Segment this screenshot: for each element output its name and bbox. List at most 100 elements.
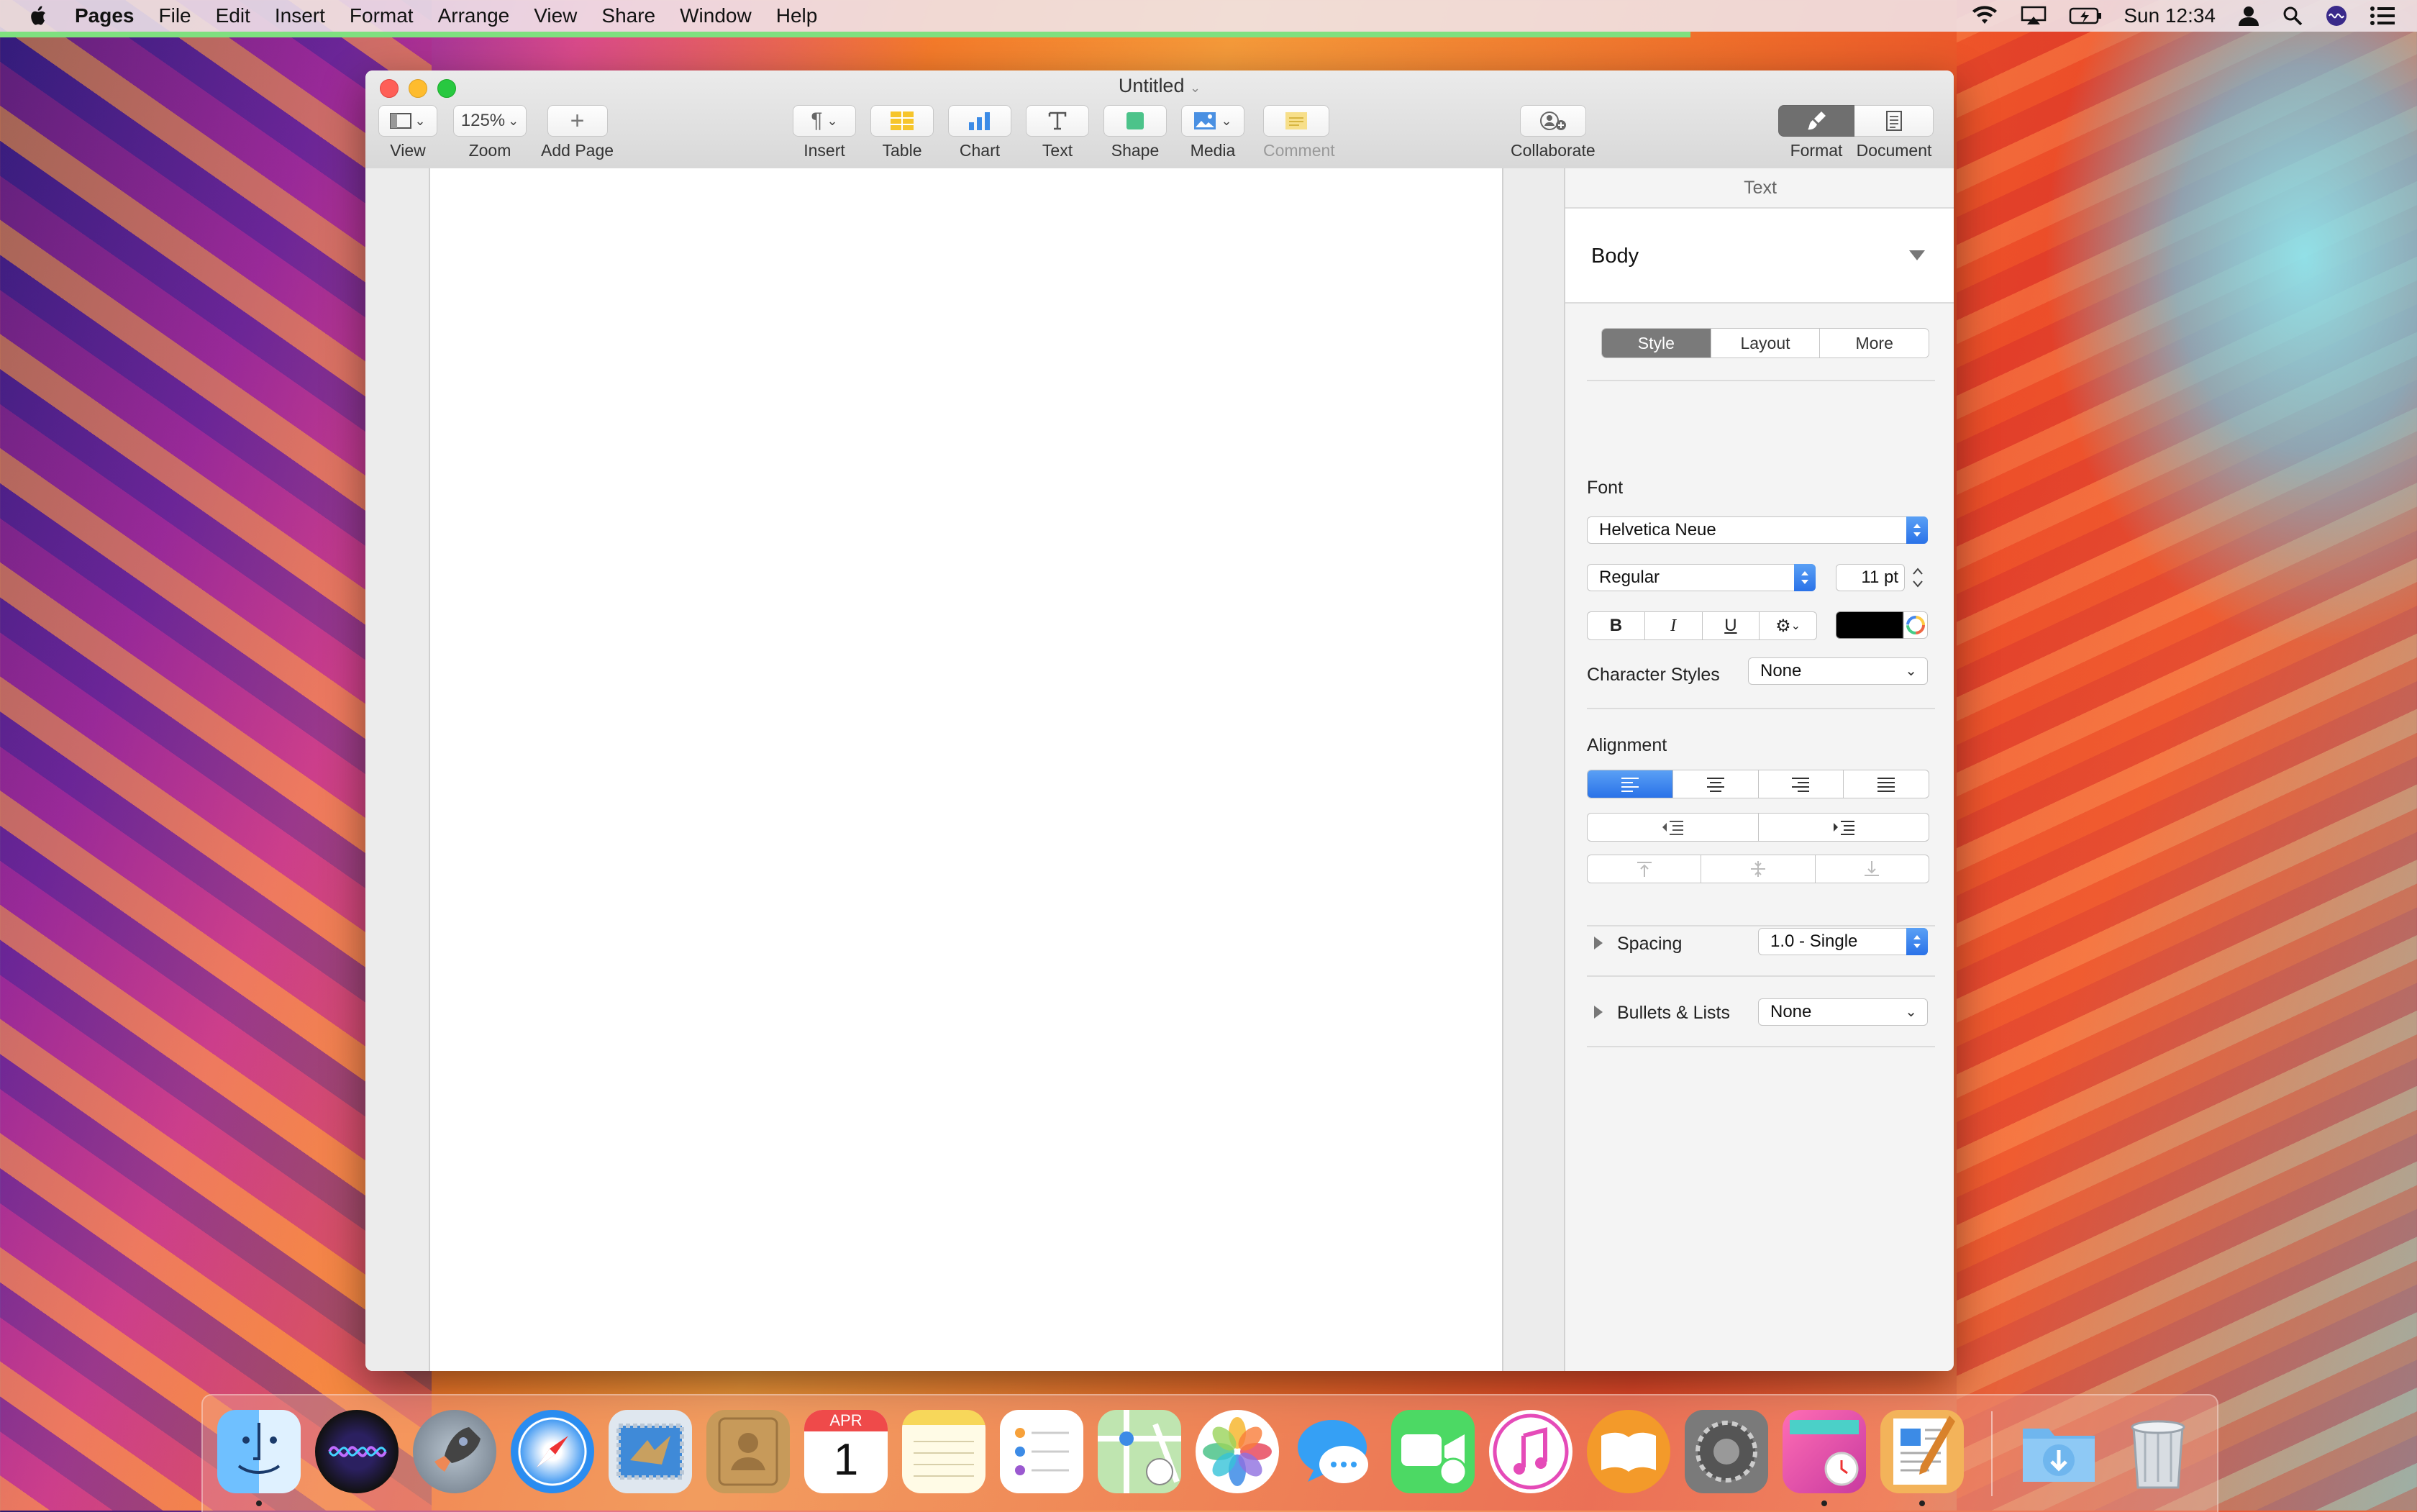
font-family-select[interactable]: Helvetica Neue xyxy=(1587,516,1928,544)
menu-insert[interactable]: Insert xyxy=(275,4,325,27)
clock[interactable]: Sun 12:34 xyxy=(2124,4,2216,27)
typeface-select[interactable]: Regular xyxy=(1587,564,1816,591)
add-page-tool[interactable]: + Add Page xyxy=(541,105,614,160)
photos-icon[interactable] xyxy=(1196,1410,1279,1493)
collaborate-tool[interactable]: Collaborate xyxy=(1511,105,1596,160)
calendar-icon[interactable]: APR 1 xyxy=(804,1410,888,1493)
comment-button[interactable] xyxy=(1263,105,1329,137)
siri-menu-icon[interactable] xyxy=(2325,4,2348,27)
tab-more[interactable]: More xyxy=(1819,329,1929,357)
italic-button[interactable]: I xyxy=(1644,612,1702,639)
bullets-lists-label[interactable]: Bullets & Lists xyxy=(1617,1003,1730,1024)
view-button[interactable]: ⌄ xyxy=(378,105,437,137)
chart-tool[interactable]: Chart xyxy=(948,105,1011,160)
menu-edit[interactable]: Edit xyxy=(216,4,250,27)
launchpad-icon[interactable] xyxy=(413,1410,496,1493)
comment-tool[interactable]: Comment xyxy=(1263,105,1335,160)
spacing-select[interactable]: 1.0 - Single xyxy=(1758,928,1928,955)
media-tool[interactable]: ⌄ Media xyxy=(1181,105,1244,160)
align-middle-button[interactable] xyxy=(1701,855,1814,883)
apple-icon[interactable] xyxy=(24,3,53,29)
finder-icon[interactable] xyxy=(217,1410,301,1493)
menu-app-pages[interactable]: Pages xyxy=(75,4,135,27)
tab-layout[interactable]: Layout xyxy=(1710,329,1820,357)
shape-button[interactable] xyxy=(1103,105,1167,137)
document-button[interactable] xyxy=(1854,105,1934,137)
text-tool[interactable]: Text xyxy=(1026,105,1089,160)
table-button[interactable] xyxy=(870,105,934,137)
menu-format[interactable]: Format xyxy=(350,4,414,27)
decrease-indent-button[interactable] xyxy=(1588,814,1758,841)
document-canvas[interactable] xyxy=(365,168,1564,1371)
zoom-tool[interactable]: 125% ⌄ Zoom xyxy=(453,105,527,160)
spacing-label[interactable]: Spacing xyxy=(1617,934,1682,955)
airplay-icon[interactable] xyxy=(2020,5,2047,27)
itunes-icon[interactable] xyxy=(1489,1410,1572,1493)
menu-file[interactable]: File xyxy=(159,4,191,27)
mail-icon[interactable] xyxy=(609,1410,692,1493)
wifi-icon[interactable] xyxy=(1971,5,1998,27)
align-right-button[interactable] xyxy=(1757,770,1844,798)
inspector-segment[interactable] xyxy=(1778,105,1934,137)
align-bottom-button[interactable] xyxy=(1814,855,1929,883)
justify-button[interactable] xyxy=(1843,770,1929,798)
maps-icon[interactable] xyxy=(1098,1410,1181,1493)
disclosure-triangle-icon[interactable] xyxy=(1909,250,1925,260)
align-left-button[interactable] xyxy=(1588,770,1672,798)
contacts-icon[interactable] xyxy=(706,1410,790,1493)
notes-icon[interactable] xyxy=(902,1410,986,1493)
add-page-button[interactable]: + xyxy=(547,105,608,137)
reminders-icon[interactable] xyxy=(1000,1410,1083,1493)
text-color-well[interactable] xyxy=(1836,611,1903,639)
font-size-field[interactable]: 11 pt xyxy=(1836,564,1905,591)
system-preferences-icon[interactable] xyxy=(1685,1410,1768,1493)
ibooks-icon[interactable] xyxy=(1587,1410,1670,1493)
color-picker-button[interactable] xyxy=(1903,611,1928,639)
facetime-icon[interactable] xyxy=(1391,1410,1475,1493)
document-label: Document xyxy=(1856,141,1932,160)
downloads-folder-icon[interactable] xyxy=(2017,1410,2100,1493)
safari-icon[interactable] xyxy=(511,1410,594,1493)
bullets-disclosure-icon[interactable] xyxy=(1594,1006,1603,1019)
collaborate-button[interactable] xyxy=(1519,105,1586,137)
menu-help[interactable]: Help xyxy=(776,4,818,27)
zoom-select[interactable]: 125% ⌄ xyxy=(453,105,527,137)
spotlight-search-icon[interactable] xyxy=(2282,5,2303,27)
table-tool[interactable]: Table xyxy=(870,105,934,160)
user-icon[interactable] xyxy=(2237,5,2260,27)
underline-button[interactable]: U xyxy=(1701,612,1760,639)
siri-icon[interactable] xyxy=(315,1410,399,1493)
menu-window[interactable]: Window xyxy=(680,4,752,27)
messages-icon[interactable] xyxy=(1293,1410,1377,1493)
menu-view[interactable]: View xyxy=(534,4,577,27)
window-title[interactable]: Untitled ⌄ xyxy=(365,75,1954,97)
media-button[interactable]: ⌄ xyxy=(1181,105,1244,137)
bullets-lists-select[interactable]: None ⌄ xyxy=(1758,998,1928,1026)
view-tool[interactable]: ⌄ View xyxy=(378,105,437,160)
character-styles-select[interactable]: None ⌄ xyxy=(1748,657,1928,685)
blank-page[interactable] xyxy=(429,168,1503,1371)
screen-time-icon[interactable] xyxy=(1783,1410,1866,1493)
spacing-disclosure-icon[interactable] xyxy=(1594,937,1603,949)
align-center-button[interactable] xyxy=(1672,770,1758,798)
text-options-button[interactable]: ⚙ ⌄ xyxy=(1759,612,1816,639)
pages-icon[interactable] xyxy=(1880,1410,1964,1493)
inspector-toggle[interactable]: Format Document xyxy=(1778,105,1934,160)
menu-share[interactable]: Share xyxy=(601,4,655,27)
shape-tool[interactable]: Shape xyxy=(1103,105,1167,160)
tab-style[interactable]: Style xyxy=(1602,329,1711,357)
chart-button[interactable] xyxy=(948,105,1011,137)
paragraph-style-selector[interactable]: Body xyxy=(1565,209,1954,304)
menu-arrange[interactable]: Arrange xyxy=(438,4,510,27)
increase-indent-button[interactable] xyxy=(1757,814,1929,841)
trash-icon[interactable] xyxy=(2116,1410,2200,1493)
insert-button[interactable]: ¶ ⌄ xyxy=(793,105,856,137)
battery-charging-icon[interactable] xyxy=(2069,5,2102,27)
notification-center-icon[interactable] xyxy=(2370,6,2395,26)
font-size-stepper[interactable] xyxy=(1911,564,1925,591)
align-top-button[interactable] xyxy=(1588,855,1701,883)
format-button[interactable] xyxy=(1778,105,1854,137)
bold-button[interactable]: B xyxy=(1588,612,1644,639)
text-button[interactable] xyxy=(1026,105,1089,137)
insert-tool[interactable]: ¶ ⌄ Insert xyxy=(793,105,856,160)
